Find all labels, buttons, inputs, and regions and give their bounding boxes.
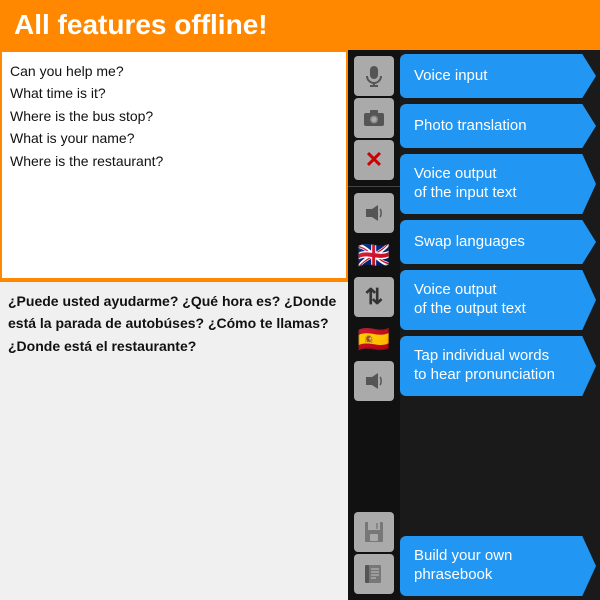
phrasebook-button[interactable]	[354, 554, 394, 594]
divider-1	[348, 186, 400, 187]
swap-icon: ⇅	[365, 284, 383, 310]
swap-languages-button[interactable]: Swap languages	[400, 220, 596, 264]
bottom-tools	[348, 510, 400, 596]
close-icon: ✕	[365, 147, 383, 173]
right-spacer	[400, 402, 596, 530]
tap-words-button[interactable]: Tap individual wordsto hear pronunciatio…	[400, 336, 596, 396]
uk-flag-icon: 🇬🇧	[358, 240, 390, 271]
voice-output-input-button[interactable]: Voice outputof the input text	[400, 154, 596, 214]
main-content: Can you help me?What time is it?Where is…	[0, 50, 600, 600]
save-button[interactable]	[354, 512, 394, 552]
es-flag-icon: 🇪🇸	[358, 324, 390, 355]
tap-words-label: Tap individual wordsto hear pronunciatio…	[414, 347, 555, 385]
left-panel: Can you help me?What time is it?Where is…	[0, 50, 348, 600]
voice-input-label: Voice input	[414, 67, 487, 86]
voice-input-button[interactable]: Voice input	[400, 54, 596, 98]
speaker2-button[interactable]	[354, 361, 394, 401]
photo-translation-button[interactable]: Photo translation	[400, 104, 596, 148]
app-header: All features offline!	[0, 0, 600, 50]
phrasebook-feature-button[interactable]: Build your ownphrasebook	[400, 536, 596, 596]
voice-output-output-button[interactable]: Voice outputof the output text	[400, 270, 596, 330]
input-text-area[interactable]: Can you help me?What time is it?Where is…	[0, 50, 348, 280]
uk-flag-button[interactable]: 🇬🇧	[354, 235, 394, 275]
app-container: All features offline! Can you help me?Wh…	[0, 0, 600, 600]
photo-translation-label: Photo translation	[414, 117, 527, 136]
top-tools: ✕	[348, 54, 400, 182]
swap-languages-label: Swap languages	[414, 233, 525, 252]
mic-button[interactable]	[354, 56, 394, 96]
mid-tools-1: 🇬🇧 ⇅ 🇪🇸	[348, 191, 400, 403]
right-panel: Voice input Photo translation Voice outp…	[400, 50, 600, 600]
output-text: ¿Puede usted ayudarme? ¿Qué hora es? ¿Do…	[8, 293, 336, 354]
input-text: Can you help me?What time is it?Where is…	[10, 63, 163, 169]
header-title: All features offline!	[14, 9, 268, 41]
voice-output-output-label: Voice outputof the output text	[414, 281, 526, 319]
output-text-area[interactable]: ¿Puede usted ayudarme? ¿Qué hora es? ¿Do…	[0, 282, 348, 600]
middle-toolbar: ✕ 🇬🇧 ⇅ 🇪🇸	[348, 50, 400, 600]
es-flag-button[interactable]: 🇪🇸	[354, 319, 394, 359]
swap-button[interactable]: ⇅	[354, 277, 394, 317]
close-button[interactable]: ✕	[354, 140, 394, 180]
phrasebook-label: Build your ownphrasebook	[414, 547, 512, 585]
camera-button[interactable]	[354, 98, 394, 138]
speaker1-button[interactable]	[354, 193, 394, 233]
voice-output-input-label: Voice outputof the input text	[414, 165, 517, 203]
